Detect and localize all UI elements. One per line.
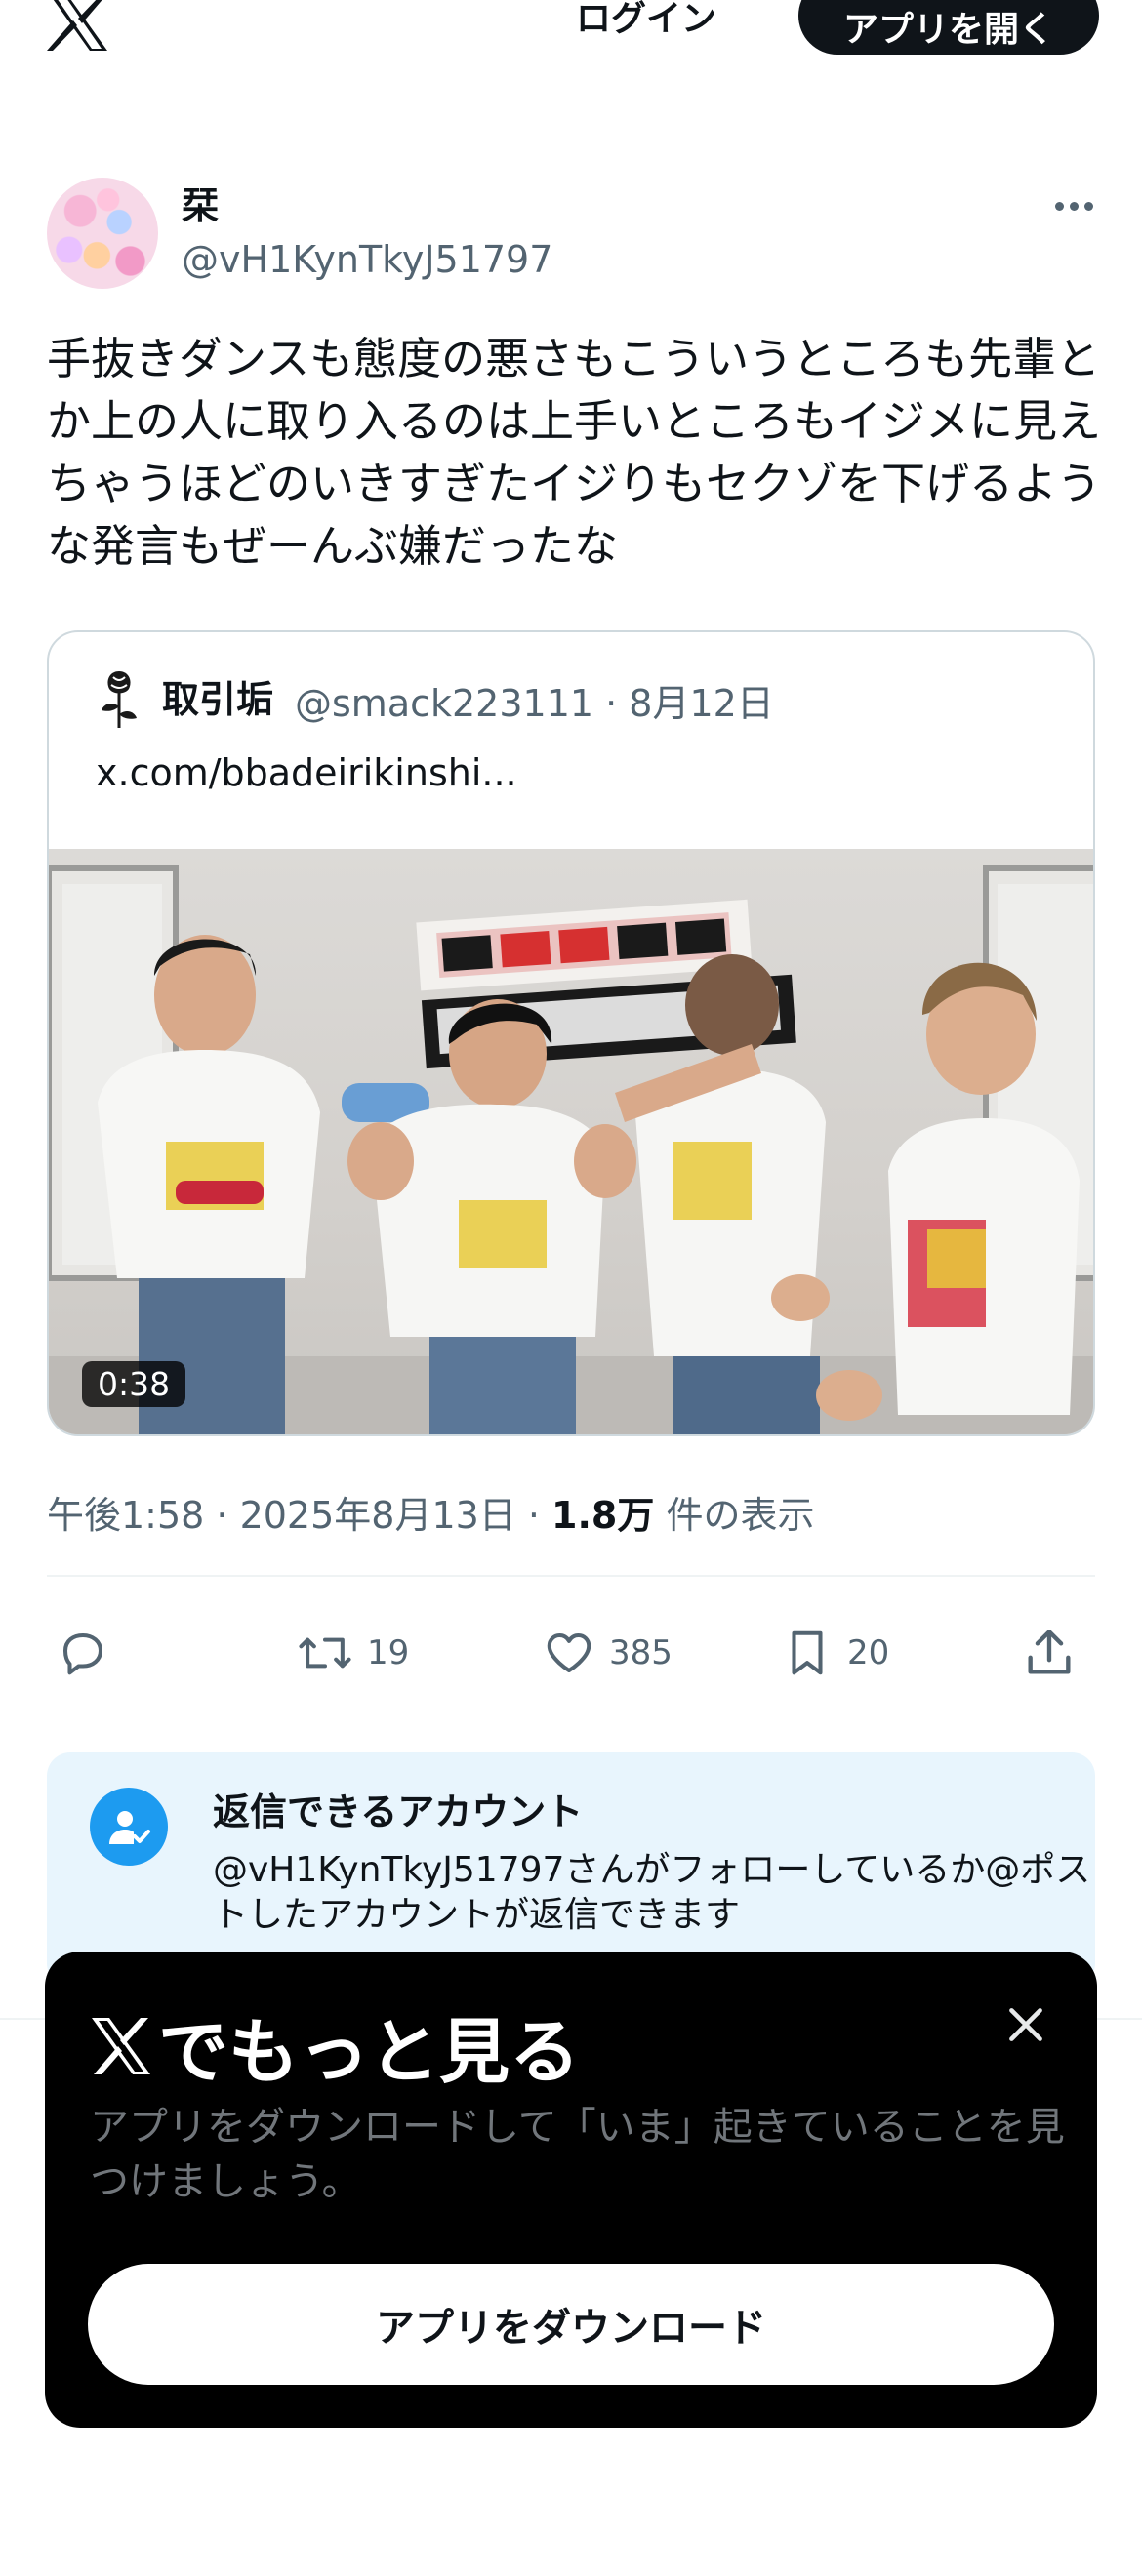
video-scene-image (49, 865, 1093, 1434)
bookmark-count: 20 (847, 1633, 890, 1672)
sheet-title-text: でもっと見る (158, 2011, 581, 2093)
heart-icon (547, 1632, 591, 1673)
reply-button[interactable] (57, 1614, 109, 1692)
post-timestamp[interactable]: 午後1:58 · 2025年8月13日 · (47, 1494, 551, 1537)
top-bar: ログイン アプリを開く (0, 0, 1142, 68)
video-duration-badge: 0:38 (82, 1361, 186, 1407)
bookmark-button[interactable]: 20 (781, 1614, 889, 1692)
app-promo-sheet: でもっと見る アプリをダウンロードして「いま」起きていることを見つけましょう。 … (45, 1952, 1097, 2428)
reply-notice-title: 返信できるアカウント (213, 1791, 584, 1833)
x-logo-icon (92, 2017, 150, 2074)
reply-icon (62, 1632, 103, 1675)
views-count: 1.8万 (551, 1494, 655, 1537)
retweet-icon (299, 1637, 351, 1669)
open-app-button[interactable]: アプリを開く (798, 0, 1099, 55)
share-icon (1028, 1630, 1071, 1674)
retweet-button[interactable]: 19 (297, 1614, 409, 1692)
quoted-link[interactable]: x.com/bbadeirikinshi... (96, 751, 517, 794)
quoted-display-name[interactable]: 取引垢 (162, 669, 273, 723)
retweet-count: 19 (367, 1633, 410, 1672)
post-text: 手抜きダンスも態度の悪さもこういうところも先輩とか上の人に取り入るのは上手いとこ… (47, 333, 1102, 572)
download-app-button[interactable]: アプリをダウンロード (88, 2264, 1054, 2385)
sheet-title: でもっと見る (90, 1994, 580, 2097)
login-link[interactable]: ログイン (576, 0, 716, 47)
action-bar: 19 385 20 (47, 1614, 1095, 1692)
rose-avatar-icon[interactable] (92, 667, 146, 732)
reply-notice-description: @vH1KynTkyJ51797さんがフォローしているか@ポストしたアカウントが… (213, 1850, 1091, 1935)
user-check-icon (90, 1788, 168, 1866)
divider (47, 1575, 1095, 1577)
video-thumbnail[interactable]: 0:38 (49, 849, 1093, 1434)
share-button[interactable] (1021, 1614, 1078, 1692)
quoted-post-card[interactable]: 取引垢 @smack223111 · 8月12日 x.com/bbadeirik… (47, 630, 1095, 1436)
sheet-description: アプリをダウンロードして「いま」起きていることを見つけましょう。 (90, 2105, 1065, 2204)
close-icon[interactable] (1001, 2000, 1050, 2049)
more-options-icon[interactable] (1048, 191, 1099, 221)
like-button[interactable]: 385 (543, 1614, 673, 1692)
quoted-meta: @smack223111 · 8月12日 (295, 682, 774, 725)
x-logo-icon[interactable] (47, 0, 111, 55)
avatar[interactable] (47, 178, 158, 289)
author-display-name[interactable]: 栞 (182, 176, 219, 229)
like-count: 385 (609, 1633, 673, 1672)
views-label: 件の表示 (654, 1494, 815, 1537)
post-meta-line: 午後1:58 · 2025年8月13日 · 1.8万 件の表示 (47, 1485, 814, 1539)
author-handle[interactable]: @vH1KynTkyJ51797 (182, 238, 552, 281)
bookmark-icon (792, 1630, 823, 1675)
